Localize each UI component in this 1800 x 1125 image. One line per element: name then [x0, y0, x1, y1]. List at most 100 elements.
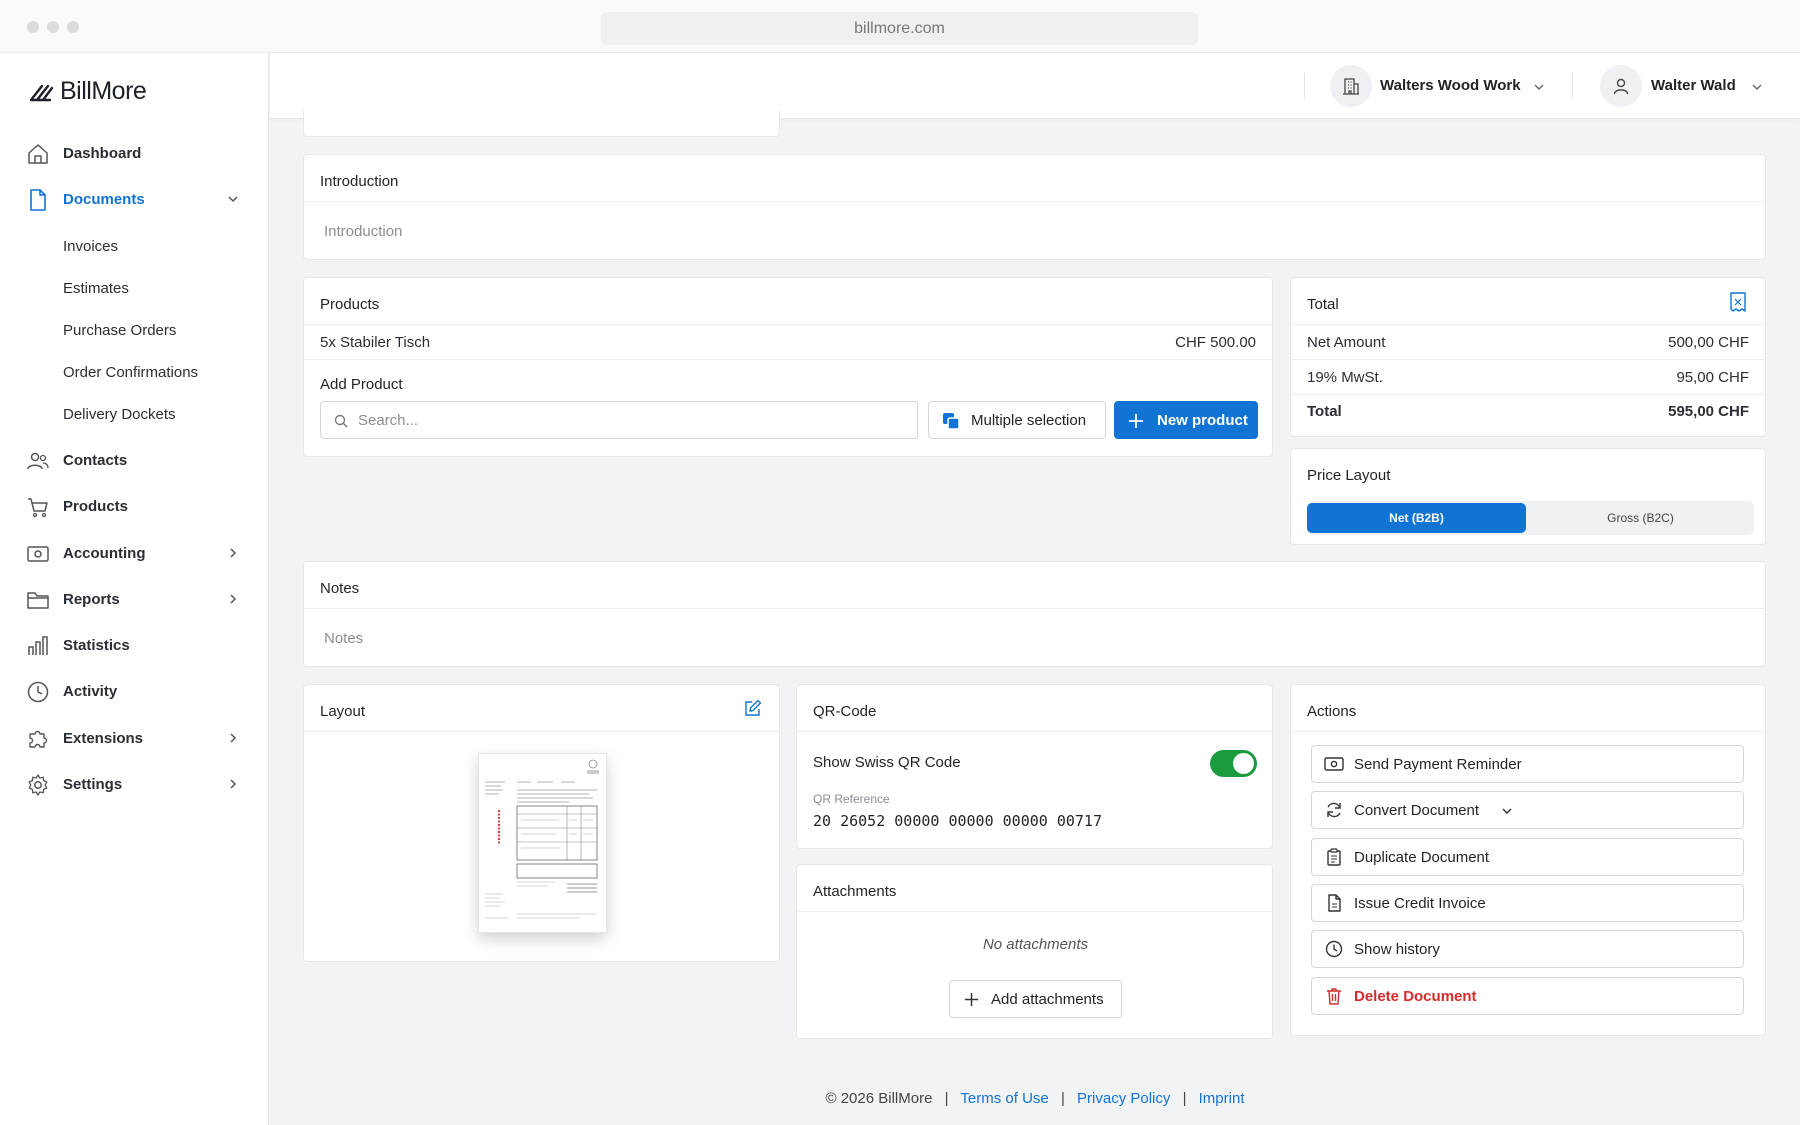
- clock-icon: [1325, 940, 1343, 958]
- net-amount-label: Net Amount: [1307, 334, 1386, 351]
- notes-card: Notes Notes: [303, 561, 1766, 667]
- products-title: Products: [320, 296, 380, 313]
- sidebar-subitem-delivery-dockets[interactable]: Delivery Dockets: [63, 406, 176, 423]
- price-layout-gross-option[interactable]: Gross (B2C): [1531, 501, 1750, 535]
- window-minimize-dot[interactable]: [47, 21, 59, 33]
- divider: [1291, 359, 1765, 360]
- product-row[interactable]: 5x Stabiler Tisch CHF 500.00: [320, 334, 1256, 351]
- footer-separator: |: [1182, 1090, 1187, 1107]
- introduction-title: Introduction: [320, 173, 399, 190]
- imprint-link[interactable]: Imprint: [1199, 1090, 1245, 1107]
- brand-logo[interactable]: BillMore: [28, 77, 147, 106]
- sidebar-item-label: Products: [63, 497, 129, 515]
- sidebar-subitem-purchase-orders[interactable]: Purchase Orders: [63, 322, 176, 339]
- duplicate-document-button[interactable]: Duplicate Document: [1311, 838, 1744, 876]
- company-name: Walters Wood Work: [1380, 77, 1521, 94]
- sidebar-subitem-estimates[interactable]: Estimates: [63, 280, 129, 297]
- grand-total-label: Total: [1307, 403, 1342, 420]
- grand-total-row: Total 595,00 CHF: [1307, 403, 1749, 420]
- sidebar-item-accounting[interactable]: Accounting: [0, 533, 269, 573]
- sidebar-item-reports[interactable]: Reports: [0, 579, 269, 619]
- sidebar-item-label: Activity: [63, 682, 118, 700]
- delete-document-button[interactable]: Delete Document: [1311, 977, 1744, 1015]
- layout-card: Layout: [303, 684, 780, 962]
- plus-icon: [1129, 414, 1143, 428]
- chevron-right-icon: [230, 548, 237, 558]
- sidebar-item-extensions[interactable]: Extensions: [0, 718, 269, 758]
- bar-chart-icon: [28, 636, 48, 655]
- convert-document-button[interactable]: Convert Document: [1311, 791, 1744, 829]
- user-icon: [1613, 78, 1629, 95]
- divider: [304, 731, 779, 732]
- attachments-card: Attachments No attachments Add attachmen…: [796, 864, 1273, 1039]
- document-layout-preview[interactable]: [478, 753, 607, 933]
- sidebar-item-activity[interactable]: Activity: [0, 671, 269, 711]
- chevron-right-icon: [230, 779, 237, 789]
- divider: [1291, 394, 1765, 395]
- window-close-dot[interactable]: [27, 21, 39, 33]
- introduction-input[interactable]: Introduction: [324, 223, 402, 240]
- sidebar-subitem-order-confirmations[interactable]: Order Confirmations: [63, 364, 198, 381]
- receipt-icon[interactable]: [1729, 292, 1747, 312]
- chevron-right-icon: [230, 733, 237, 743]
- toggle-knob: [1233, 753, 1254, 774]
- actions-title: Actions: [1307, 703, 1357, 720]
- product-name: 5x Stabiler Tisch: [320, 334, 431, 351]
- qr-reference-value: 20 26052 00000 00000 00000 00717: [813, 812, 1102, 830]
- sidebar-subitem-invoices[interactable]: Invoices: [63, 238, 118, 255]
- duplicate-document-label: Duplicate Document: [1354, 848, 1490, 866]
- notes-input[interactable]: Notes: [324, 630, 363, 647]
- divider: [797, 911, 1272, 912]
- multiple-selection-button[interactable]: Multiple selection: [928, 401, 1106, 439]
- vat-value: 95,00 CHF: [1676, 369, 1749, 386]
- sidebar-item-documents[interactable]: Documents: [0, 179, 269, 219]
- clock-icon: [27, 681, 49, 703]
- add-attachments-button[interactable]: Add attachments: [949, 980, 1122, 1018]
- footer-separator: |: [1060, 1090, 1065, 1107]
- sidebar-item-products[interactable]: Products: [0, 486, 269, 526]
- price-layout-net-option[interactable]: Net (B2B): [1307, 503, 1526, 533]
- document-icon: [30, 189, 46, 211]
- avatar: [1600, 65, 1642, 107]
- new-product-button[interactable]: New product: [1114, 401, 1258, 439]
- divider: [304, 359, 1272, 360]
- divider: [304, 201, 1765, 202]
- send-payment-reminder-button[interactable]: Send Payment Reminder: [1311, 745, 1744, 783]
- swiss-qr-toggle-label: Show Swiss QR Code: [813, 754, 961, 771]
- home-icon: [28, 144, 48, 164]
- window-maximize-dot[interactable]: [67, 21, 79, 33]
- terms-of-use-link[interactable]: Terms of Use: [960, 1090, 1048, 1107]
- price-layout-card: Price Layout Net (B2B) Gross (B2C): [1290, 448, 1766, 545]
- money-icon: [27, 546, 49, 562]
- show-history-label: Show history: [1354, 940, 1440, 958]
- product-search-input[interactable]: Search...: [320, 401, 918, 439]
- sidebar-item-statistics[interactable]: Statistics: [0, 625, 269, 665]
- chevron-down-icon: [228, 196, 238, 203]
- document-icon: [1328, 894, 1341, 912]
- divider: [1572, 73, 1573, 99]
- qr-reference-label: QR Reference: [813, 792, 890, 806]
- swiss-qr-toggle[interactable]: [1210, 750, 1257, 777]
- folder-icon: [27, 592, 49, 609]
- issue-credit-invoice-button[interactable]: Issue Credit Invoice: [1311, 884, 1744, 922]
- privacy-policy-link[interactable]: Privacy Policy: [1077, 1090, 1170, 1107]
- chevron-down-icon: [1534, 84, 1544, 90]
- convert-document-label: Convert Document: [1354, 801, 1480, 819]
- sidebar-item-dashboard[interactable]: Dashboard: [0, 133, 269, 173]
- billmore-logo-icon: [29, 84, 54, 101]
- footer-copyright: © 2026 BillMore: [825, 1090, 933, 1107]
- sidebar-item-contacts[interactable]: Contacts: [0, 440, 269, 480]
- show-history-button[interactable]: Show history: [1311, 930, 1744, 968]
- edit-icon[interactable]: [744, 699, 762, 717]
- divider: [1291, 324, 1765, 325]
- sidebar-item-label: Extensions: [63, 729, 144, 747]
- divider: [304, 324, 1272, 325]
- net-amount-row: Net Amount 500,00 CHF: [1307, 334, 1749, 351]
- gear-icon: [28, 774, 48, 796]
- address-bar[interactable]: billmore.com: [601, 12, 1198, 45]
- multiple-selection-label: Multiple selection: [971, 411, 1087, 429]
- total-title: Total: [1307, 296, 1339, 313]
- sidebar-item-settings[interactable]: Settings: [0, 764, 269, 804]
- attachments-empty-state: No attachments: [982, 936, 1089, 953]
- sidebar-item-label: Documents: [63, 190, 145, 208]
